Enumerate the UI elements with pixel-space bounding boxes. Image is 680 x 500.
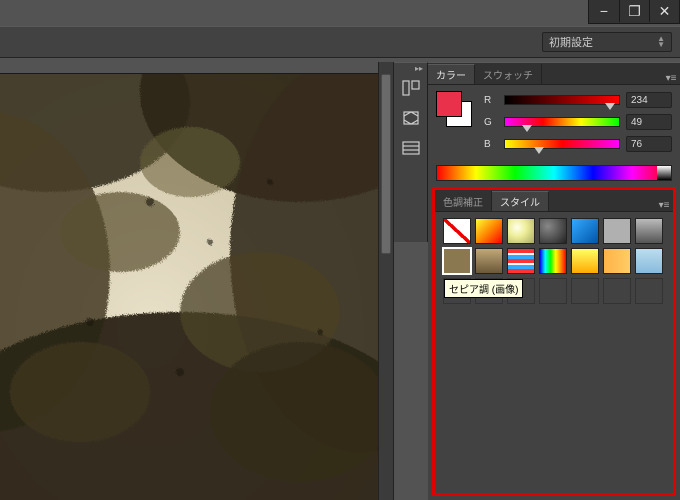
slider-value-g[interactable]: 49: [626, 114, 672, 130]
align-panel-icon[interactable]: [398, 77, 424, 99]
slider-label: G: [484, 117, 498, 128]
close-button[interactable]: ✕: [649, 0, 679, 22]
layers-panel-icon[interactable]: [398, 107, 424, 129]
style-swatch[interactable]: [475, 248, 503, 274]
style-swatch[interactable]: [635, 248, 663, 274]
foreground-color-swatch[interactable]: [436, 91, 462, 117]
slider-value-r[interactable]: 234: [626, 92, 672, 108]
color-panel-tabs: カラー スウォッチ ▾≡: [428, 63, 680, 85]
tab-swatches[interactable]: スウォッチ: [475, 64, 542, 84]
style-slot-empty: [571, 278, 599, 304]
style-tooltip: セピア調 (画像): [444, 279, 523, 298]
slider-row-r: R 234: [484, 91, 672, 109]
style-swatch[interactable]: [539, 248, 567, 274]
style-swatch[interactable]: [443, 218, 471, 244]
slider-label: B: [484, 139, 498, 150]
tab-adjustments[interactable]: 色調補正: [435, 191, 492, 211]
style-swatch[interactable]: [571, 218, 599, 244]
image-viewport[interactable]: [0, 74, 378, 500]
style-swatch[interactable]: [571, 248, 599, 274]
styles-grid: セピア調 (画像): [443, 218, 665, 304]
document-image: [0, 74, 378, 500]
options-bar: 初期設定 ▲▼: [0, 26, 680, 58]
workspace-preset-label: 初期設定: [549, 34, 593, 50]
slider-thumb[interactable]: [522, 125, 532, 132]
maximize-button[interactable]: ❐: [619, 0, 649, 22]
panel-menu-icon[interactable]: ▾≡: [662, 73, 680, 84]
window-controls: − ❐ ✕: [588, 0, 680, 24]
rgb-sliders: R 234 G 49 B 76: [484, 91, 672, 153]
color-panel: R 234 G 49 B 76: [428, 85, 680, 161]
collapsed-dock: ▸▸: [394, 62, 428, 242]
vertical-scrollbar[interactable]: [378, 62, 394, 500]
style-swatch[interactable]: [603, 218, 631, 244]
styles-panel: セピア調 (画像): [435, 212, 673, 310]
slider-track-b[interactable]: [504, 139, 620, 149]
style-swatch[interactable]: [603, 248, 631, 274]
style-swatch[interactable]: [475, 218, 503, 244]
slider-label: R: [484, 95, 498, 106]
slider-track-r[interactable]: [504, 95, 620, 105]
right-panels: カラー スウォッチ ▾≡ R 234 G 49 B 76 色調補正 スタイル ▾≡ セピア…: [428, 62, 680, 500]
document-tab-strip: [0, 62, 378, 74]
slider-thumb[interactable]: [605, 103, 615, 110]
styles-panel-highlight: 色調補正 スタイル ▾≡ セピア調 (画像): [432, 187, 676, 496]
navigator-panel-icon[interactable]: [398, 137, 424, 159]
slider-thumb[interactable]: [534, 147, 544, 154]
style-slot-empty: [635, 278, 663, 304]
slider-row-g: G 49: [484, 113, 672, 131]
style-swatch[interactable]: [507, 248, 535, 274]
color-spectrum[interactable]: [436, 165, 672, 181]
slider-row-b: B 76: [484, 135, 672, 153]
style-swatch[interactable]: [507, 218, 535, 244]
style-swatch[interactable]: [539, 218, 567, 244]
scrollbar-thumb[interactable]: [381, 74, 391, 254]
canvas-area: [0, 62, 378, 500]
minimize-button[interactable]: −: [589, 0, 619, 22]
dropdown-arrows-icon: ▲▼: [657, 36, 665, 48]
style-swatch[interactable]: [635, 218, 663, 244]
dock-expand-handle[interactable]: ▸▸: [394, 63, 427, 73]
slider-value-b[interactable]: 76: [626, 136, 672, 152]
style-slot-empty: [603, 278, 631, 304]
tab-color[interactable]: カラー: [428, 64, 475, 84]
fg-bg-swatches[interactable]: [436, 91, 472, 127]
tab-styles[interactable]: スタイル: [492, 191, 549, 211]
panel-menu-icon[interactable]: ▾≡: [655, 200, 673, 211]
slider-track-g[interactable]: [504, 117, 620, 127]
style-slot-empty: [539, 278, 567, 304]
workspace-preset-dropdown[interactable]: 初期設定 ▲▼: [542, 32, 672, 52]
style-swatch[interactable]: セピア調 (画像): [443, 248, 471, 274]
styles-panel-tabs: 色調補正 スタイル ▾≡: [435, 190, 673, 212]
